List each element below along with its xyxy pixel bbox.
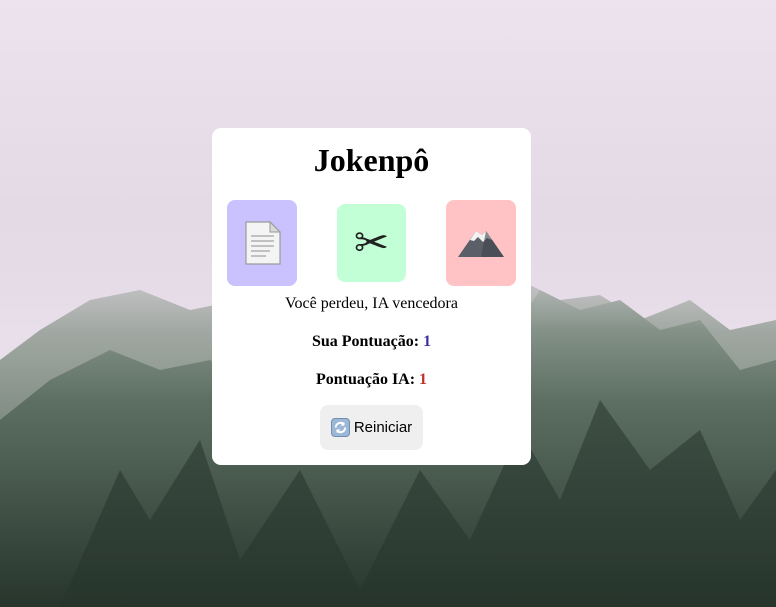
page-document-icon bbox=[245, 220, 282, 265]
choice-scissors-button[interactable]: ✂ bbox=[337, 204, 406, 282]
refresh-icon bbox=[330, 418, 350, 437]
mountain-icon bbox=[458, 231, 504, 257]
user-score: Sua Pontuação: 1 bbox=[212, 333, 531, 351]
user-score-label: Sua Pontuação: bbox=[311, 333, 420, 350]
ai-score-label: Pontuação IA: bbox=[315, 371, 416, 388]
choice-rock-button[interactable] bbox=[446, 200, 516, 286]
ai-score-value: 1 bbox=[419, 371, 428, 388]
game-title: Jokenpô bbox=[313, 142, 430, 178]
choice-paper-button[interactable] bbox=[227, 200, 297, 286]
game-card: Jokenpô ✂ Você perdeu, IA vencedora Sua … bbox=[212, 128, 531, 465]
ai-score: Pontuação IA: 1 bbox=[212, 371, 531, 389]
scissors-icon: ✂ bbox=[353, 218, 390, 267]
result-text: Você perdeu, IA vencedora bbox=[285, 295, 458, 312]
user-score-value: 1 bbox=[423, 333, 432, 350]
restart-label: Reiniciar bbox=[353, 419, 413, 436]
restart-button[interactable]: Reiniciar bbox=[320, 405, 423, 450]
